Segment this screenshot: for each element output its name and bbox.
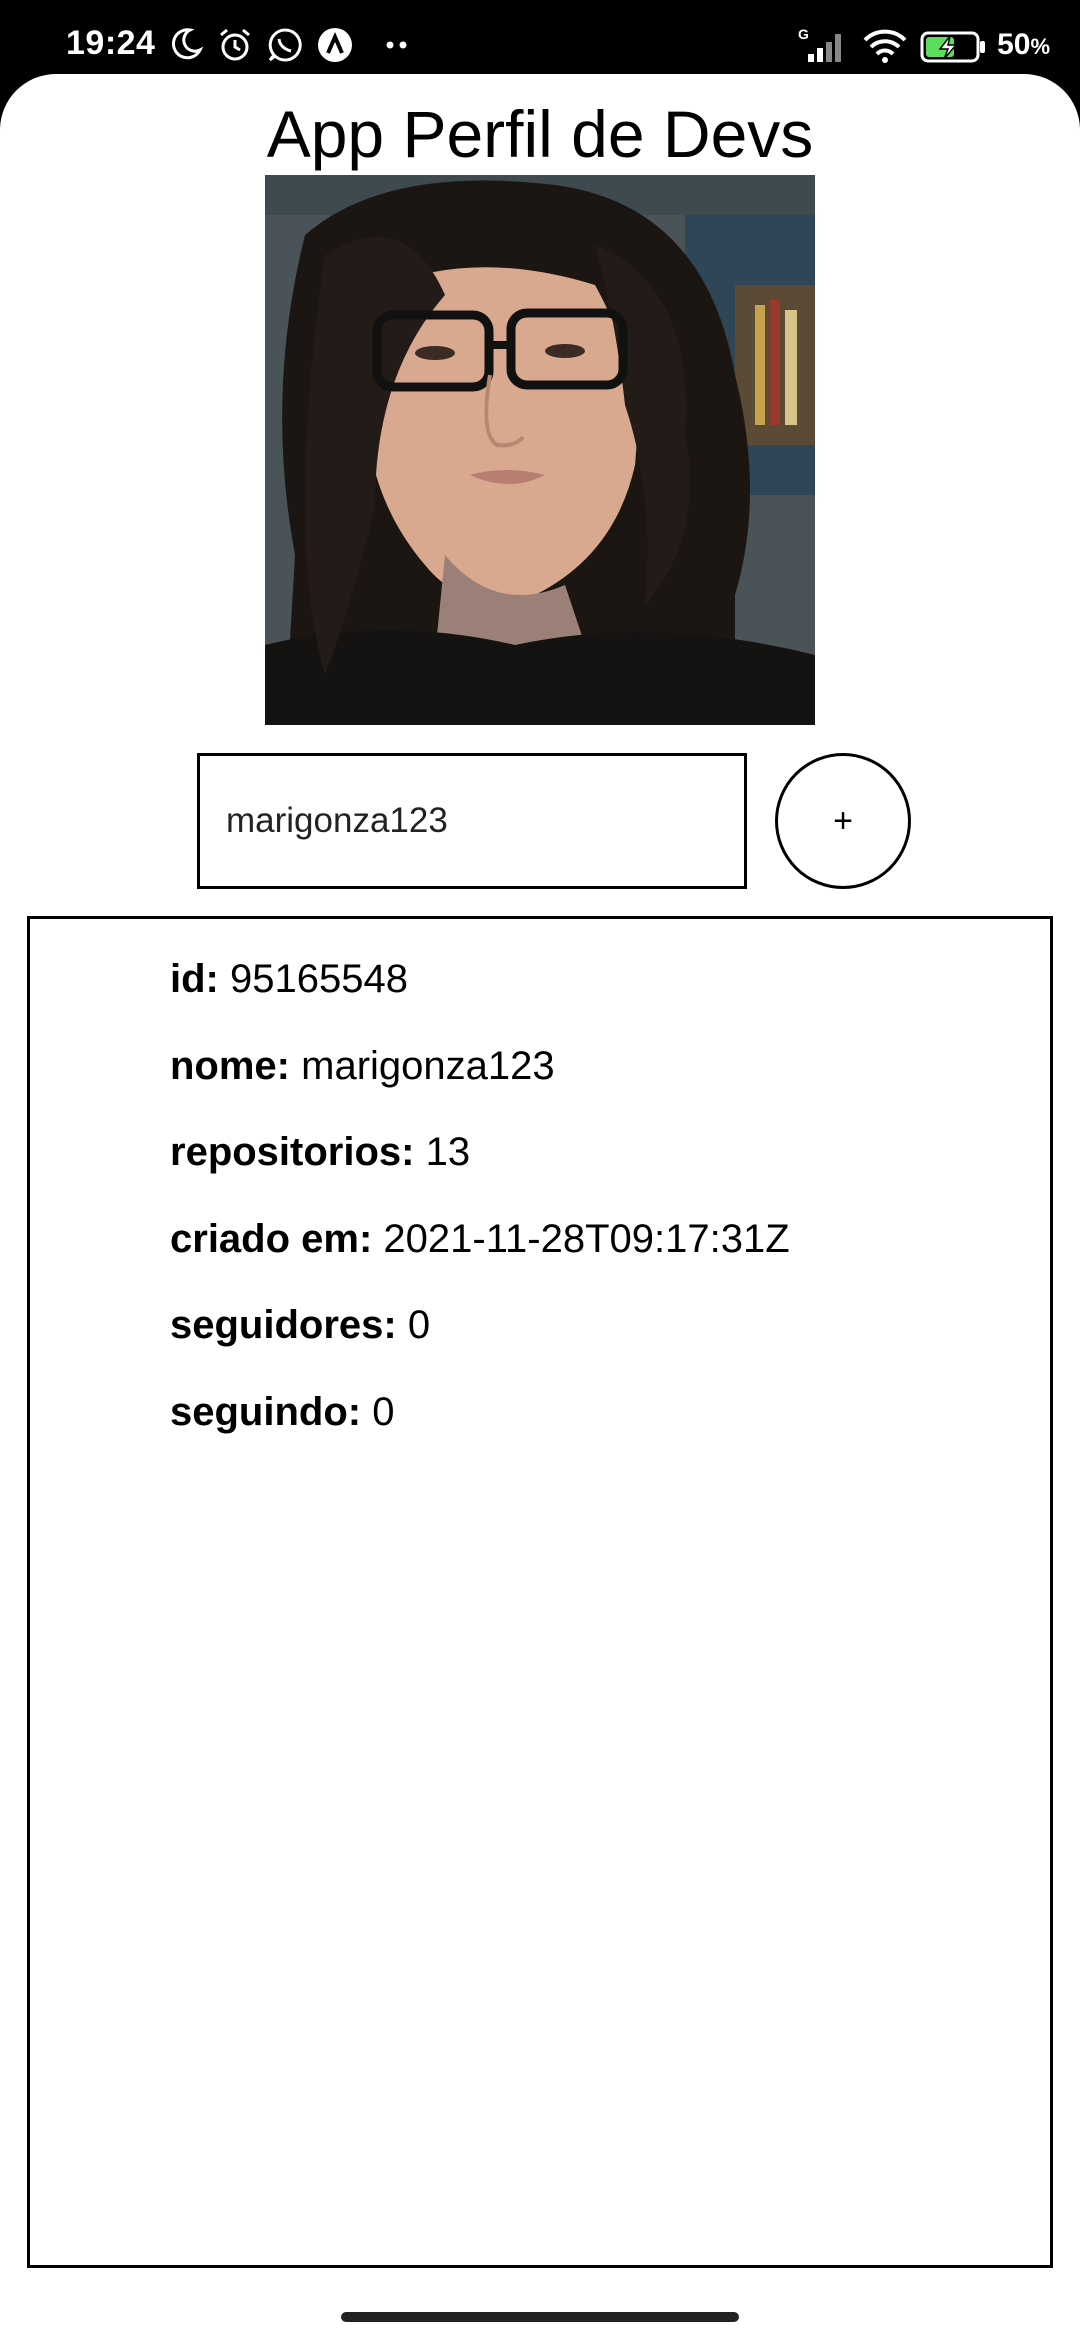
- app-screen: App Perfil de Devs marigonza123 + id: 95…: [0, 74, 1080, 2340]
- profile-label: criado em:: [170, 1217, 373, 1261]
- profile-value: 0: [407, 1303, 431, 1347]
- profile-row-id: id: 95165548: [170, 957, 408, 1002]
- status-time: 19:24: [66, 24, 156, 62]
- profile-avatar: [265, 175, 815, 725]
- profile-row-seguidores: seguidores: 0: [170, 1303, 430, 1348]
- profile-label: nome:: [170, 1044, 290, 1088]
- whatsapp-icon: [268, 28, 302, 62]
- profile-info-panel: id: 95165548 nome: marigonza123 reposito…: [27, 916, 1053, 2268]
- app-notification-icon: [318, 28, 352, 62]
- wifi-icon: [863, 29, 907, 63]
- profile-label: id:: [170, 957, 219, 1001]
- battery-percentage: 50%: [997, 28, 1050, 61]
- moon-icon: [171, 28, 204, 60]
- profile-row-repositorios: repositorios: 13: [170, 1130, 470, 1175]
- signal-icon: [808, 34, 841, 62]
- profile-value: marigonza123: [301, 1044, 555, 1088]
- profile-label: seguidores:: [170, 1303, 397, 1347]
- username-search-input[interactable]: [197, 753, 747, 889]
- profile-label: repositorios:: [170, 1130, 415, 1174]
- profile-value: 0: [372, 1390, 395, 1434]
- profile-label: seguindo:: [170, 1390, 362, 1434]
- page-title: App Perfil de Devs: [266, 97, 814, 171]
- profile-row-criado-em: criado em: 2021-11-28T09:17:31Z: [170, 1217, 790, 1262]
- profile-value: 2021-11-28T09:17:31Z: [383, 1217, 790, 1261]
- add-button-label: +: [833, 801, 853, 840]
- home-indicator[interactable]: [341, 2312, 739, 2322]
- profile-value: 13: [425, 1130, 471, 1174]
- more-dots-icon: [386, 41, 407, 49]
- alarm-icon: [220, 28, 250, 61]
- add-button[interactable]: +: [775, 753, 911, 889]
- profile-row-nome: nome: marigonza123: [170, 1044, 555, 1089]
- profile-value: 95165548: [230, 957, 408, 1001]
- profile-row-seguindo: seguindo: 0: [170, 1390, 394, 1435]
- battery-charging-icon: [920, 31, 985, 63]
